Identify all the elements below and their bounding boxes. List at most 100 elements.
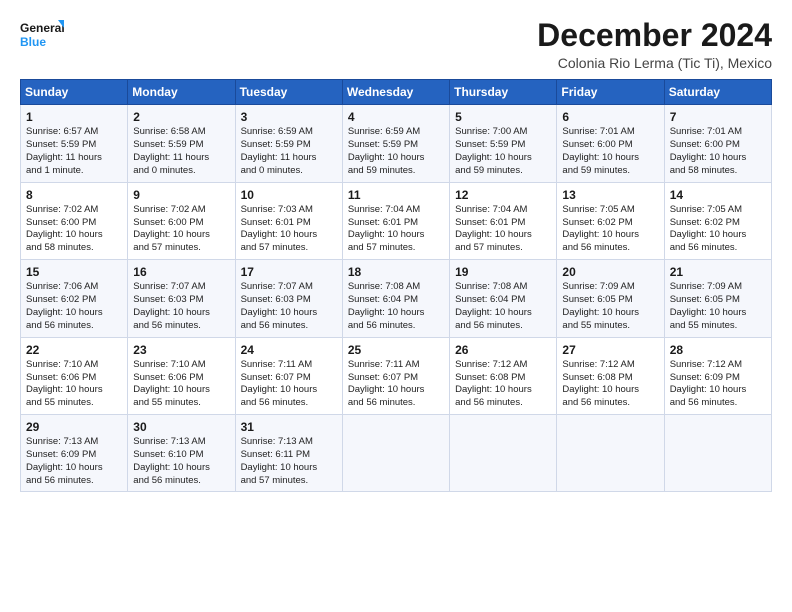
day-number: 27 (562, 342, 659, 358)
calendar-cell: 6Sunrise: 7:01 AMSunset: 6:00 PMDaylight… (557, 105, 664, 182)
day-info-line: Sunrise: 7:09 AM (562, 281, 659, 294)
calendar-cell: 12Sunrise: 7:04 AMSunset: 6:01 PMDayligh… (450, 182, 557, 259)
day-number: 22 (26, 342, 123, 358)
calendar-cell: 24Sunrise: 7:11 AMSunset: 6:07 PMDayligh… (235, 337, 342, 414)
calendar-cell: 1Sunrise: 6:57 AMSunset: 5:59 PMDaylight… (21, 105, 128, 182)
day-info-line: Sunset: 6:08 PM (455, 372, 552, 385)
day-number: 25 (348, 342, 445, 358)
day-info-line: Sunset: 6:00 PM (26, 217, 123, 230)
day-number: 14 (670, 187, 767, 203)
col-tuesday: Tuesday (235, 80, 342, 105)
day-info-line: Daylight: 10 hours (348, 307, 445, 320)
day-info-line: Daylight: 10 hours (26, 462, 123, 475)
day-info-line: Daylight: 10 hours (455, 152, 552, 165)
day-info-line: and 59 minutes. (455, 165, 552, 178)
day-number: 19 (455, 264, 552, 280)
day-info-line: Sunset: 6:10 PM (133, 449, 230, 462)
day-info-line: and 58 minutes. (26, 242, 123, 255)
day-info-line: Sunset: 5:59 PM (26, 139, 123, 152)
calendar-cell: 11Sunrise: 7:04 AMSunset: 6:01 PMDayligh… (342, 182, 449, 259)
day-info-line: and 55 minutes. (26, 397, 123, 410)
day-info-line: Sunrise: 7:08 AM (455, 281, 552, 294)
calendar-cell: 26Sunrise: 7:12 AMSunset: 6:08 PMDayligh… (450, 337, 557, 414)
calendar-week-3: 15Sunrise: 7:06 AMSunset: 6:02 PMDayligh… (21, 260, 772, 337)
day-info-line: Sunset: 6:11 PM (241, 449, 338, 462)
day-info-line: Daylight: 10 hours (455, 229, 552, 242)
calendar-cell: 19Sunrise: 7:08 AMSunset: 6:04 PMDayligh… (450, 260, 557, 337)
calendar-week-1: 1Sunrise: 6:57 AMSunset: 5:59 PMDaylight… (21, 105, 772, 182)
day-number: 2 (133, 109, 230, 125)
header-row: Sunday Monday Tuesday Wednesday Thursday… (21, 80, 772, 105)
day-info-line: Daylight: 10 hours (670, 307, 767, 320)
calendar-cell: 2Sunrise: 6:58 AMSunset: 5:59 PMDaylight… (128, 105, 235, 182)
day-number: 3 (241, 109, 338, 125)
month-title: December 2024 (537, 18, 772, 53)
day-info-line: Sunrise: 7:03 AM (241, 204, 338, 217)
day-number: 29 (26, 419, 123, 435)
logo-svg: General Blue (20, 18, 64, 54)
day-info-line: Sunset: 6:06 PM (26, 372, 123, 385)
calendar-cell: 23Sunrise: 7:10 AMSunset: 6:06 PMDayligh… (128, 337, 235, 414)
day-info-line: Sunset: 6:09 PM (670, 372, 767, 385)
day-info-line: Sunset: 6:02 PM (26, 294, 123, 307)
day-info-line: Sunset: 5:59 PM (133, 139, 230, 152)
calendar-cell: 15Sunrise: 7:06 AMSunset: 6:02 PMDayligh… (21, 260, 128, 337)
day-info-line: Daylight: 10 hours (241, 462, 338, 475)
day-info-line: Daylight: 10 hours (455, 384, 552, 397)
day-info-line: and 56 minutes. (348, 320, 445, 333)
day-info-line: Sunrise: 7:11 AM (241, 359, 338, 372)
svg-text:General: General (20, 21, 64, 35)
calendar-cell (342, 414, 449, 491)
day-info-line: and 58 minutes. (670, 165, 767, 178)
day-info-line: and 56 minutes. (26, 320, 123, 333)
day-info-line: and 56 minutes. (670, 242, 767, 255)
day-number: 24 (241, 342, 338, 358)
col-sunday: Sunday (21, 80, 128, 105)
day-info-line: Daylight: 10 hours (26, 229, 123, 242)
day-info-line: Sunset: 6:01 PM (455, 217, 552, 230)
day-info-line: Sunrise: 7:12 AM (455, 359, 552, 372)
day-info-line: and 59 minutes. (562, 165, 659, 178)
day-info-line: Daylight: 10 hours (455, 307, 552, 320)
day-info-line: and 56 minutes. (133, 320, 230, 333)
col-saturday: Saturday (664, 80, 771, 105)
day-info-line: Sunset: 6:00 PM (670, 139, 767, 152)
day-info-line: Sunset: 6:07 PM (348, 372, 445, 385)
day-info-line: and 57 minutes. (455, 242, 552, 255)
day-info-line: Daylight: 10 hours (241, 307, 338, 320)
day-info-line: Sunrise: 7:04 AM (455, 204, 552, 217)
day-number: 21 (670, 264, 767, 280)
day-number: 26 (455, 342, 552, 358)
calendar-cell: 4Sunrise: 6:59 AMSunset: 5:59 PMDaylight… (342, 105, 449, 182)
day-number: 4 (348, 109, 445, 125)
day-info-line: Sunset: 6:02 PM (670, 217, 767, 230)
calendar-cell: 13Sunrise: 7:05 AMSunset: 6:02 PMDayligh… (557, 182, 664, 259)
day-info-line: and 56 minutes. (455, 397, 552, 410)
day-info-line: Sunrise: 7:11 AM (348, 359, 445, 372)
calendar-cell: 31Sunrise: 7:13 AMSunset: 6:11 PMDayligh… (235, 414, 342, 491)
day-info-line: Daylight: 11 hours (133, 152, 230, 165)
day-info-line: Daylight: 11 hours (26, 152, 123, 165)
day-info-line: and 1 minute. (26, 165, 123, 178)
calendar-cell: 29Sunrise: 7:13 AMSunset: 6:09 PMDayligh… (21, 414, 128, 491)
day-info-line: Sunrise: 6:59 AM (348, 126, 445, 139)
day-info-line: Daylight: 10 hours (562, 229, 659, 242)
calendar-table: Sunday Monday Tuesday Wednesday Thursday… (20, 79, 772, 492)
day-info-line: and 56 minutes. (241, 397, 338, 410)
day-info-line: Sunset: 6:06 PM (133, 372, 230, 385)
day-number: 5 (455, 109, 552, 125)
day-info-line: Sunrise: 7:13 AM (133, 436, 230, 449)
calendar-cell: 22Sunrise: 7:10 AMSunset: 6:06 PMDayligh… (21, 337, 128, 414)
day-info-line: and 0 minutes. (241, 165, 338, 178)
day-info-line: Sunrise: 7:04 AM (348, 204, 445, 217)
day-info-line: Sunset: 6:04 PM (348, 294, 445, 307)
day-number: 28 (670, 342, 767, 358)
day-info-line: Sunrise: 7:06 AM (26, 281, 123, 294)
day-info-line: and 56 minutes. (562, 242, 659, 255)
day-info-line: Sunrise: 6:58 AM (133, 126, 230, 139)
day-info-line: Sunrise: 7:05 AM (670, 204, 767, 217)
day-info-line: Daylight: 10 hours (133, 307, 230, 320)
day-info-line: and 59 minutes. (348, 165, 445, 178)
day-info-line: Sunset: 5:59 PM (241, 139, 338, 152)
day-info-line: Sunrise: 7:02 AM (133, 204, 230, 217)
